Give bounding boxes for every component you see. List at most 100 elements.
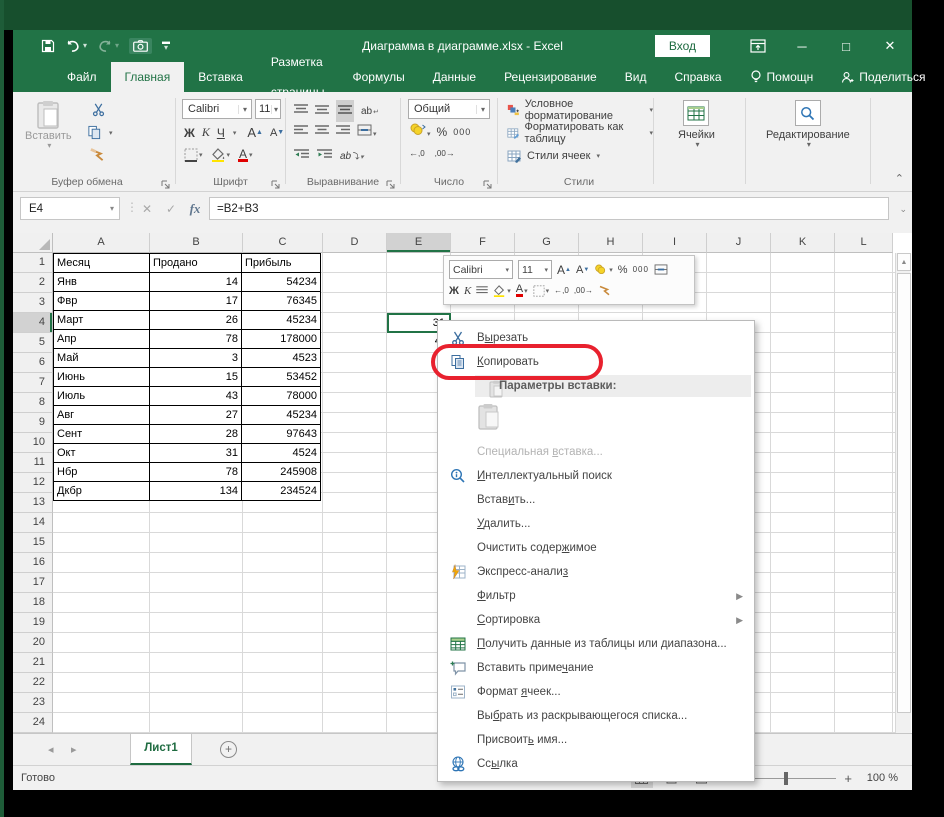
menu-item-insert-comment[interactable]: Вставить примечание — [439, 656, 753, 680]
table-cell[interactable]: Июль — [54, 387, 150, 406]
clipboard-dialog-launcher[interactable] — [161, 177, 171, 187]
wrap-caret[interactable]: ▾ — [360, 154, 364, 161]
underline-caret[interactable]: ▾ — [233, 129, 237, 137]
mini-borders-button[interactable]: ▾ — [533, 285, 550, 297]
mini-percent-button[interactable]: % — [618, 264, 628, 276]
menu-item-define-name[interactable]: Присвоить имя... — [439, 728, 753, 752]
fill-color-button[interactable]: ▾ — [211, 148, 231, 162]
table-cell[interactable]: 43 — [150, 387, 242, 406]
insert-function-icon[interactable]: fx — [183, 197, 207, 220]
name-box[interactable]: E4 ▾ — [20, 197, 120, 220]
camera-icon[interactable] — [129, 38, 152, 54]
mini-comma-button[interactable]: 000 — [633, 265, 649, 274]
table-cell[interactable]: 4523 — [242, 349, 321, 368]
table-cell[interactable]: 76345 — [242, 292, 321, 311]
menu-item-quick-analysis[interactable]: Экспресс-анализ — [439, 560, 753, 584]
maximize-button[interactable]: □ — [824, 30, 868, 62]
table-cell[interactable]: Апр — [54, 330, 150, 349]
zoom-slider-handle[interactable] — [784, 772, 788, 785]
row-header-6[interactable]: 6 — [13, 353, 53, 373]
table-cell[interactable]: 53452 — [242, 368, 321, 387]
row-header-19[interactable]: 19 — [13, 613, 53, 633]
zoom-in-button[interactable]: + — [844, 771, 852, 786]
alignment-dialog-launcher[interactable] — [386, 177, 396, 187]
mini-font-color-button[interactable]: А▾ — [516, 285, 528, 297]
editing-button[interactable]: Редактирование ▾ — [766, 100, 850, 149]
table-cell[interactable]: 45234 — [242, 406, 321, 425]
grow-font-button[interactable]: A▲ — [247, 125, 263, 140]
select-all-corner[interactable] — [13, 233, 53, 253]
table-header-cell[interactable]: Месяц — [54, 254, 150, 273]
scrollbar-thumb[interactable] — [897, 273, 911, 713]
table-cell[interactable]: 245908 — [242, 463, 321, 482]
row-header-5[interactable]: 5 — [13, 333, 53, 353]
undo-caret[interactable]: ▾ — [83, 42, 87, 50]
align-top-button[interactable] — [294, 102, 308, 120]
column-header-G[interactable]: G — [515, 233, 579, 253]
cells-button[interactable]: Ячейки ▾ — [678, 100, 715, 149]
table-cell[interactable]: 26 — [150, 311, 242, 330]
mini-grow-font-button[interactable]: A▲ — [557, 263, 571, 277]
row-header-10[interactable]: 10 — [13, 433, 53, 453]
table-cell[interactable]: 31 — [150, 444, 242, 463]
row-header-15[interactable]: 15 — [13, 533, 53, 553]
menu-item-smart-lookup[interactable]: Интеллектуальный поиск — [439, 464, 753, 488]
tab-данные[interactable]: Данные — [419, 62, 490, 92]
mini-font-size-combo[interactable]: 11▾ — [518, 260, 552, 279]
table-cell[interactable]: 234524 — [242, 482, 321, 501]
comma-style-button[interactable]: 000 — [453, 127, 471, 137]
menu-item-paste-special[interactable]: Специальная вставка... — [439, 440, 753, 464]
menu-item-hyperlink[interactable]: Ссылка — [439, 752, 753, 776]
table-header-cell[interactable]: Прибыль — [242, 254, 321, 273]
sheet-nav-left-icon[interactable]: ◂ — [48, 743, 54, 756]
decrease-indent-button[interactable] — [294, 147, 309, 165]
table-cell[interactable]: Нбр — [54, 463, 150, 482]
row-header-4[interactable]: 4 — [13, 313, 53, 333]
row-header-18[interactable]: 18 — [13, 593, 53, 613]
borders-caret[interactable]: ▾ — [199, 151, 203, 159]
borders-button[interactable]: ▾ — [184, 148, 203, 162]
table-cell[interactable]: 78 — [150, 463, 242, 482]
table-cell[interactable]: 178000 — [242, 330, 321, 349]
confirm-entry-icon[interactable]: ✓ — [159, 197, 183, 220]
mini-fill-color-button[interactable]: ▾ — [493, 285, 511, 297]
wrap-text-button[interactable]: ab⤵▾ — [340, 151, 364, 162]
percent-style-button[interactable]: % — [437, 125, 448, 139]
copy-button[interactable]: ▾ — [87, 125, 113, 140]
row-header-3[interactable]: 3 — [13, 293, 53, 313]
tab-рецензирование[interactable]: Рецензирование — [490, 62, 611, 92]
table-cell[interactable]: 78 — [150, 330, 242, 349]
tab-помощн[interactable]: Помощн — [736, 62, 828, 92]
menu-item-clear-contents[interactable]: Очистить содержимое — [439, 536, 753, 560]
mini-shrink-font-button[interactable]: A▼ — [576, 264, 589, 276]
tab-справка[interactable]: Справка — [660, 62, 735, 92]
italic-button[interactable]: К — [202, 125, 210, 140]
cells-caret[interactable]: ▾ — [695, 141, 699, 149]
row-header-11[interactable]: 11 — [13, 453, 53, 473]
table-cell[interactable]: Дкбр — [54, 482, 150, 501]
row-header-13[interactable]: 13 — [13, 493, 53, 513]
accounting-format-button[interactable]: ▾ — [409, 123, 431, 141]
menu-item-filter[interactable]: Фильтр▶ — [439, 584, 753, 608]
row-header-9[interactable]: 9 — [13, 413, 53, 433]
font-size-combo[interactable]: 11▾ — [255, 99, 281, 119]
column-header-F[interactable]: F — [451, 233, 515, 253]
merge-caret[interactable]: ▾ — [373, 131, 377, 138]
align-left-button[interactable] — [294, 123, 308, 141]
shrink-font-button[interactable]: A▼ — [270, 127, 284, 139]
mini-bold-button[interactable]: Ж — [449, 285, 459, 297]
row-header-12[interactable]: 12 — [13, 473, 53, 493]
table-cell[interactable]: 134 — [150, 482, 242, 501]
row-header-22[interactable]: 22 — [13, 673, 53, 693]
table-cell[interactable]: Авг — [54, 406, 150, 425]
accounting-caret[interactable]: ▾ — [427, 131, 431, 138]
menu-item-get-data[interactable]: Получить данные из таблицы или диапазона… — [439, 632, 753, 656]
table-cell[interactable]: 17 — [150, 292, 242, 311]
format-as-table-button[interactable]: Форматировать как таблицу▾ — [507, 122, 653, 143]
row-header-14[interactable]: 14 — [13, 513, 53, 533]
menu-item-paste-placeholder[interactable] — [439, 398, 753, 440]
font-color-button[interactable]: А ▾ — [238, 149, 253, 162]
cell-styles-button[interactable]: Стили ячеек▾ — [507, 145, 600, 166]
menu-item-insert[interactable]: Вставить... — [439, 488, 753, 512]
align-bottom-button[interactable] — [336, 100, 354, 122]
